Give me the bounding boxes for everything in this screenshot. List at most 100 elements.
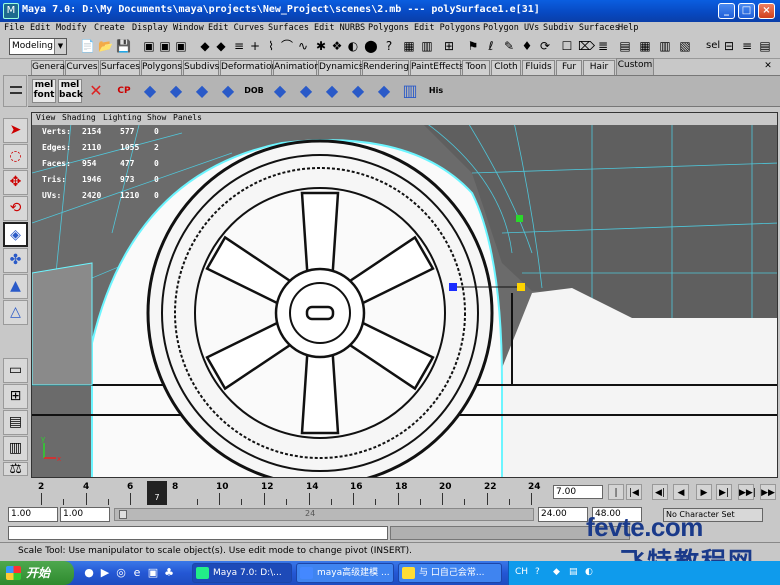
show-manip-tool-icon[interactable]: △ [3,300,28,325]
select-tool-icon[interactable]: ➤ [3,118,28,143]
tab-custom[interactable]: Custom [616,58,654,75]
select-by-name-icon[interactable]: ⊟ [722,39,736,53]
cube-icon[interactable]: ◆ [372,79,396,103]
maximize-button[interactable]: □ [738,3,755,19]
vp-menu-show[interactable]: Show [147,113,166,122]
start-button[interactable]: 开始 [0,561,74,585]
live-surface-icon[interactable]: ❖ [330,39,344,53]
attribute-editor-icon[interactable]: ≣ [596,39,610,53]
vp-menu-panels[interactable]: Panels [173,113,202,122]
cp-icon[interactable]: CP [112,79,136,103]
select-hierarchy-icon[interactable]: ▣ [142,39,156,53]
task-maya[interactable]: Maya 7.0: D:\... [192,563,292,583]
dob-icon[interactable]: DOB [242,79,266,103]
select-component-icon[interactable]: ▣ [174,39,188,53]
playback-start-field[interactable]: 1.00 [60,507,110,522]
tab-deformation[interactable]: Deformation [220,60,277,75]
outliner-icon[interactable]: ☐ [560,39,574,53]
cube-icon[interactable]: ◆ [346,79,370,103]
browser-icon[interactable]: ● [82,566,96,580]
ladder-icon[interactable]: ▥ [398,79,422,103]
tool-settings-icon[interactable]: ▧ [678,39,692,53]
task-notes[interactable]: 与 口自己会常... [398,563,502,583]
cube-icon[interactable]: ◆ [268,79,292,103]
close-button[interactable]: × [758,3,775,19]
time-ruler[interactable]: 2 4 6 8 10 12 14 16 18 20 22 24 [28,479,548,505]
graph-icon[interactable]: ⚑ [466,39,480,53]
input-box-icon[interactable]: ≡ [740,39,754,53]
cube-icon[interactable]: ◆ [294,79,318,103]
menu-edit-nurbs[interactable]: Edit NURBS [314,23,365,33]
volume-icon[interactable]: ◐ [585,567,593,577]
messenger-icon[interactable]: ♣ [162,566,176,580]
cube-icon[interactable]: ◆ [190,79,214,103]
cube-icon[interactable]: ◆ [216,79,240,103]
select-joints-icon[interactable]: ◆ [214,39,228,53]
tab-rendering[interactable]: Rendering [362,60,409,75]
task-maya-tutorial[interactable]: maya高级建模 ... [296,563,394,583]
mel-command-input[interactable] [8,526,388,540]
save-scene-icon[interactable]: 💾 [116,39,131,53]
menu-help[interactable]: Help [618,23,638,33]
snap-point-icon[interactable]: ∿ [296,39,310,53]
folder-icon[interactable]: ▣ [146,566,160,580]
move-tool-icon[interactable]: ✥ [3,170,28,195]
input-lang-indicator[interactable]: CH [515,567,528,577]
step-forward-key-button[interactable]: ▶▶| [738,484,756,500]
play-forwards-button[interactable]: ▶ [696,484,712,500]
ipr-icon[interactable]: ▦ [402,39,416,53]
tab-painteffects[interactable]: PaintEffects [410,60,464,75]
his-icon[interactable]: His [424,79,448,103]
sculpt-icon[interactable]: ✎ [502,39,516,53]
title-bar[interactable]: M Maya 7.0: D:\My Documents\maya\project… [0,0,780,22]
viewport-persp[interactable]: y x View Shading Lighting Show Panels Ve… [31,112,778,478]
snap-curve-icon[interactable]: ⌒ [280,39,294,53]
select-handles-icon[interactable]: ◆ [198,39,212,53]
tab-toon[interactable]: Toon [462,60,490,75]
time-slider[interactable]: 2 4 6 8 10 12 14 16 18 20 22 24 7 7.00 |… [0,479,780,514]
shelf-menu-stub[interactable] [3,75,27,107]
play-backwards-button[interactable]: ◀ [673,484,689,500]
menu-create[interactable]: Create [94,23,125,33]
menu-set-dropdown[interactable]: Modeling ▼ [9,38,67,55]
tab-hair[interactable]: Hair [583,60,615,75]
render-settings-icon[interactable]: ▥ [420,39,434,53]
menu-polygon-uvs[interactable]: Polygon UVs [483,23,539,33]
menu-surfaces[interactable]: Surfaces [268,23,309,33]
mask-icon[interactable]: ≡ [232,39,246,53]
plus-icon[interactable]: + [248,39,262,53]
cross-icon[interactable]: ✕ [84,79,108,103]
layout-icon[interactable]: ▦ [638,39,652,53]
vp-menu-lighting[interactable]: Lighting [103,113,142,122]
cube-icon[interactable]: ◆ [320,79,344,103]
menu-window[interactable]: Window [173,23,204,33]
vp-menu-view[interactable]: View [36,113,55,122]
history-icon[interactable]: ◐ [346,39,360,53]
go-to-start-button[interactable]: |◀◀ [608,484,624,514]
layout-persp-graph-icon[interactable]: ▥ [3,436,28,461]
mel-font-icon[interactable]: mel font [32,79,56,103]
tray-app-icon[interactable]: ◆ [553,567,560,577]
loop-icon[interactable]: ⟳ [538,39,552,53]
channel-box-icon[interactable]: ▤ [618,39,632,53]
go-to-end-button[interactable]: ▶▶ [760,484,776,500]
rotate-tool-icon[interactable]: ⟲ [3,196,28,221]
curve-icon[interactable]: ℓ [484,39,498,53]
minimize-button[interactable]: _ [718,3,735,19]
tab-cloth[interactable]: Cloth [491,60,521,75]
animation-start-field[interactable]: 1.00 [8,507,58,522]
menu-modify[interactable]: Modify [56,23,87,33]
soft-mod-tool-icon[interactable]: ▲ [3,274,28,299]
snap-view-icon[interactable]: ✱ [314,39,328,53]
tab-animation[interactable]: Animation [273,60,320,75]
cube-icon[interactable]: ◆ [164,79,188,103]
menu-edit[interactable]: Edit [30,23,50,33]
tab-dynamics[interactable]: Dynamics [318,60,363,75]
new-scene-icon[interactable]: 📄 [80,39,95,53]
snap-grid-icon[interactable]: ⌇ [264,39,278,53]
mel-back-icon[interactable]: mel back [58,79,83,103]
shelf-close-icon[interactable]: ✕ [760,60,776,75]
help-icon[interactable]: ? [382,39,396,53]
tab-surfaces[interactable]: Surfaces [100,60,140,75]
tab-subdivs[interactable]: Subdivs [183,60,219,75]
